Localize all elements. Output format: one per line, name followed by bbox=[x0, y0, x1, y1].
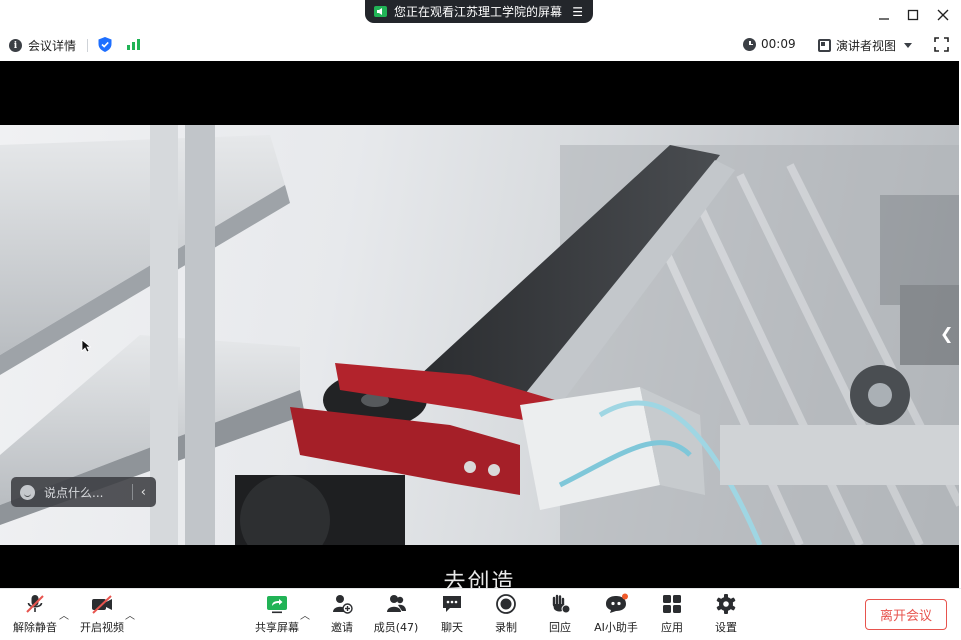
meeting-timer: 00:09 bbox=[743, 37, 796, 51]
apps-label: 应用 bbox=[661, 621, 683, 634]
unmute-label: 解除静音 bbox=[13, 621, 57, 634]
start-video-label: 开启视频 bbox=[80, 621, 124, 634]
timer-value: 00:09 bbox=[761, 37, 796, 51]
view-mode-label: 演讲者视图 bbox=[836, 39, 897, 53]
speaker-view-icon bbox=[818, 39, 831, 52]
security-shield-icon[interactable] bbox=[98, 37, 112, 52]
meeting-info-label: 会议详情 bbox=[28, 39, 77, 53]
chat-label: 聊天 bbox=[441, 621, 463, 634]
video-options-chevron-icon[interactable]: ︿ bbox=[125, 607, 135, 622]
ai-assistant-button[interactable]: AI小助手 bbox=[588, 593, 644, 635]
screen-share-banner[interactable]: 您正在观看江苏理工学院的屏幕 ☰ bbox=[365, 0, 593, 23]
record-icon bbox=[496, 594, 516, 614]
view-mode-dropdown[interactable]: 演讲者视图 bbox=[818, 37, 913, 54]
react-button[interactable]: 回应 bbox=[532, 593, 588, 635]
react-label: 回应 bbox=[549, 621, 571, 634]
title-bar: 您正在观看江苏理工学院的屏幕 ☰ bbox=[0, 0, 961, 30]
settings-button[interactable]: 设置 bbox=[698, 593, 754, 635]
invite-label: 邀请 bbox=[331, 621, 353, 634]
speaker-icon bbox=[374, 6, 387, 17]
chevron-down-icon bbox=[904, 43, 913, 48]
fullscreen-icon[interactable] bbox=[934, 37, 949, 52]
apps-grid-icon bbox=[663, 595, 681, 613]
network-signal-icon[interactable] bbox=[127, 38, 140, 50]
record-label: 录制 bbox=[495, 621, 517, 634]
collapse-chat-icon[interactable]: ‹ bbox=[141, 485, 146, 500]
mouse-cursor-icon bbox=[81, 339, 91, 353]
meeting-toolbar: 解除静音 ︿ 开启视频 ︿ 共享屏幕 ︿ 邀请 成员(47) 聊天 录制 回应 … bbox=[0, 588, 961, 640]
divider bbox=[131, 484, 133, 500]
leave-meeting-button[interactable]: 离开会议 bbox=[865, 599, 947, 630]
share-screen-label: 共享屏幕 bbox=[255, 621, 299, 634]
raise-hand-icon bbox=[552, 594, 571, 614]
start-video-button[interactable]: 开启视频 bbox=[74, 593, 130, 635]
chat-bubble-icon bbox=[443, 596, 461, 612]
video-subtitle: 去创造 bbox=[443, 570, 516, 588]
apps-button[interactable]: 应用 bbox=[644, 593, 700, 635]
shared-screen-view: 去创造 ❮ bbox=[0, 61, 959, 588]
clock-icon bbox=[743, 37, 756, 51]
hamburger-icon[interactable]: ☰ bbox=[572, 5, 583, 19]
gear-icon bbox=[716, 594, 736, 614]
maximize-icon bbox=[907, 9, 919, 21]
maximize-button[interactable] bbox=[902, 4, 924, 26]
chat-placeholder: 说点什么... bbox=[44, 485, 104, 500]
chat-button[interactable]: 聊天 bbox=[424, 593, 480, 635]
meeting-window: 您正在观看江苏理工学院的屏幕 ☰ i 会议详情 00:09 演讲者视图 去创造 … bbox=[0, 0, 961, 640]
expand-panel-icon[interactable]: ❮ bbox=[940, 324, 953, 343]
ai-assistant-label: AI小助手 bbox=[594, 621, 638, 634]
share-options-chevron-icon[interactable]: ︿ bbox=[300, 607, 310, 622]
ai-assistant-icon bbox=[606, 593, 628, 613]
divider bbox=[87, 39, 88, 52]
info-icon: i bbox=[9, 39, 22, 52]
camera-off-icon bbox=[92, 595, 112, 614]
settings-label: 设置 bbox=[715, 621, 737, 634]
record-button[interactable]: 录制 bbox=[478, 593, 534, 635]
meeting-info-button[interactable]: i 会议详情 bbox=[9, 37, 76, 54]
members-icon bbox=[387, 595, 406, 612]
share-screen-icon bbox=[267, 596, 287, 614]
share-screen-button[interactable]: 共享屏幕 bbox=[249, 593, 305, 635]
quick-chat-input[interactable]: 说点什么... ‹ bbox=[11, 477, 156, 507]
add-user-icon bbox=[333, 595, 353, 614]
share-banner-text: 您正在观看江苏理工学院的屏幕 bbox=[394, 5, 563, 19]
info-bar: i 会议详情 00:09 演讲者视图 bbox=[0, 30, 961, 61]
members-label: 成员(47) bbox=[373, 621, 419, 634]
mic-muted-icon bbox=[26, 595, 44, 613]
members-button[interactable]: 成员(47) bbox=[368, 593, 424, 635]
close-icon bbox=[937, 9, 949, 21]
unmute-button[interactable]: 解除静音 bbox=[7, 593, 63, 635]
emoji-icon[interactable] bbox=[20, 484, 35, 500]
close-button[interactable] bbox=[932, 4, 954, 26]
minimize-icon bbox=[879, 18, 889, 20]
audio-options-chevron-icon[interactable]: ︿ bbox=[59, 607, 69, 622]
invite-button[interactable]: 邀请 bbox=[314, 593, 370, 635]
minimize-button[interactable] bbox=[873, 4, 895, 26]
